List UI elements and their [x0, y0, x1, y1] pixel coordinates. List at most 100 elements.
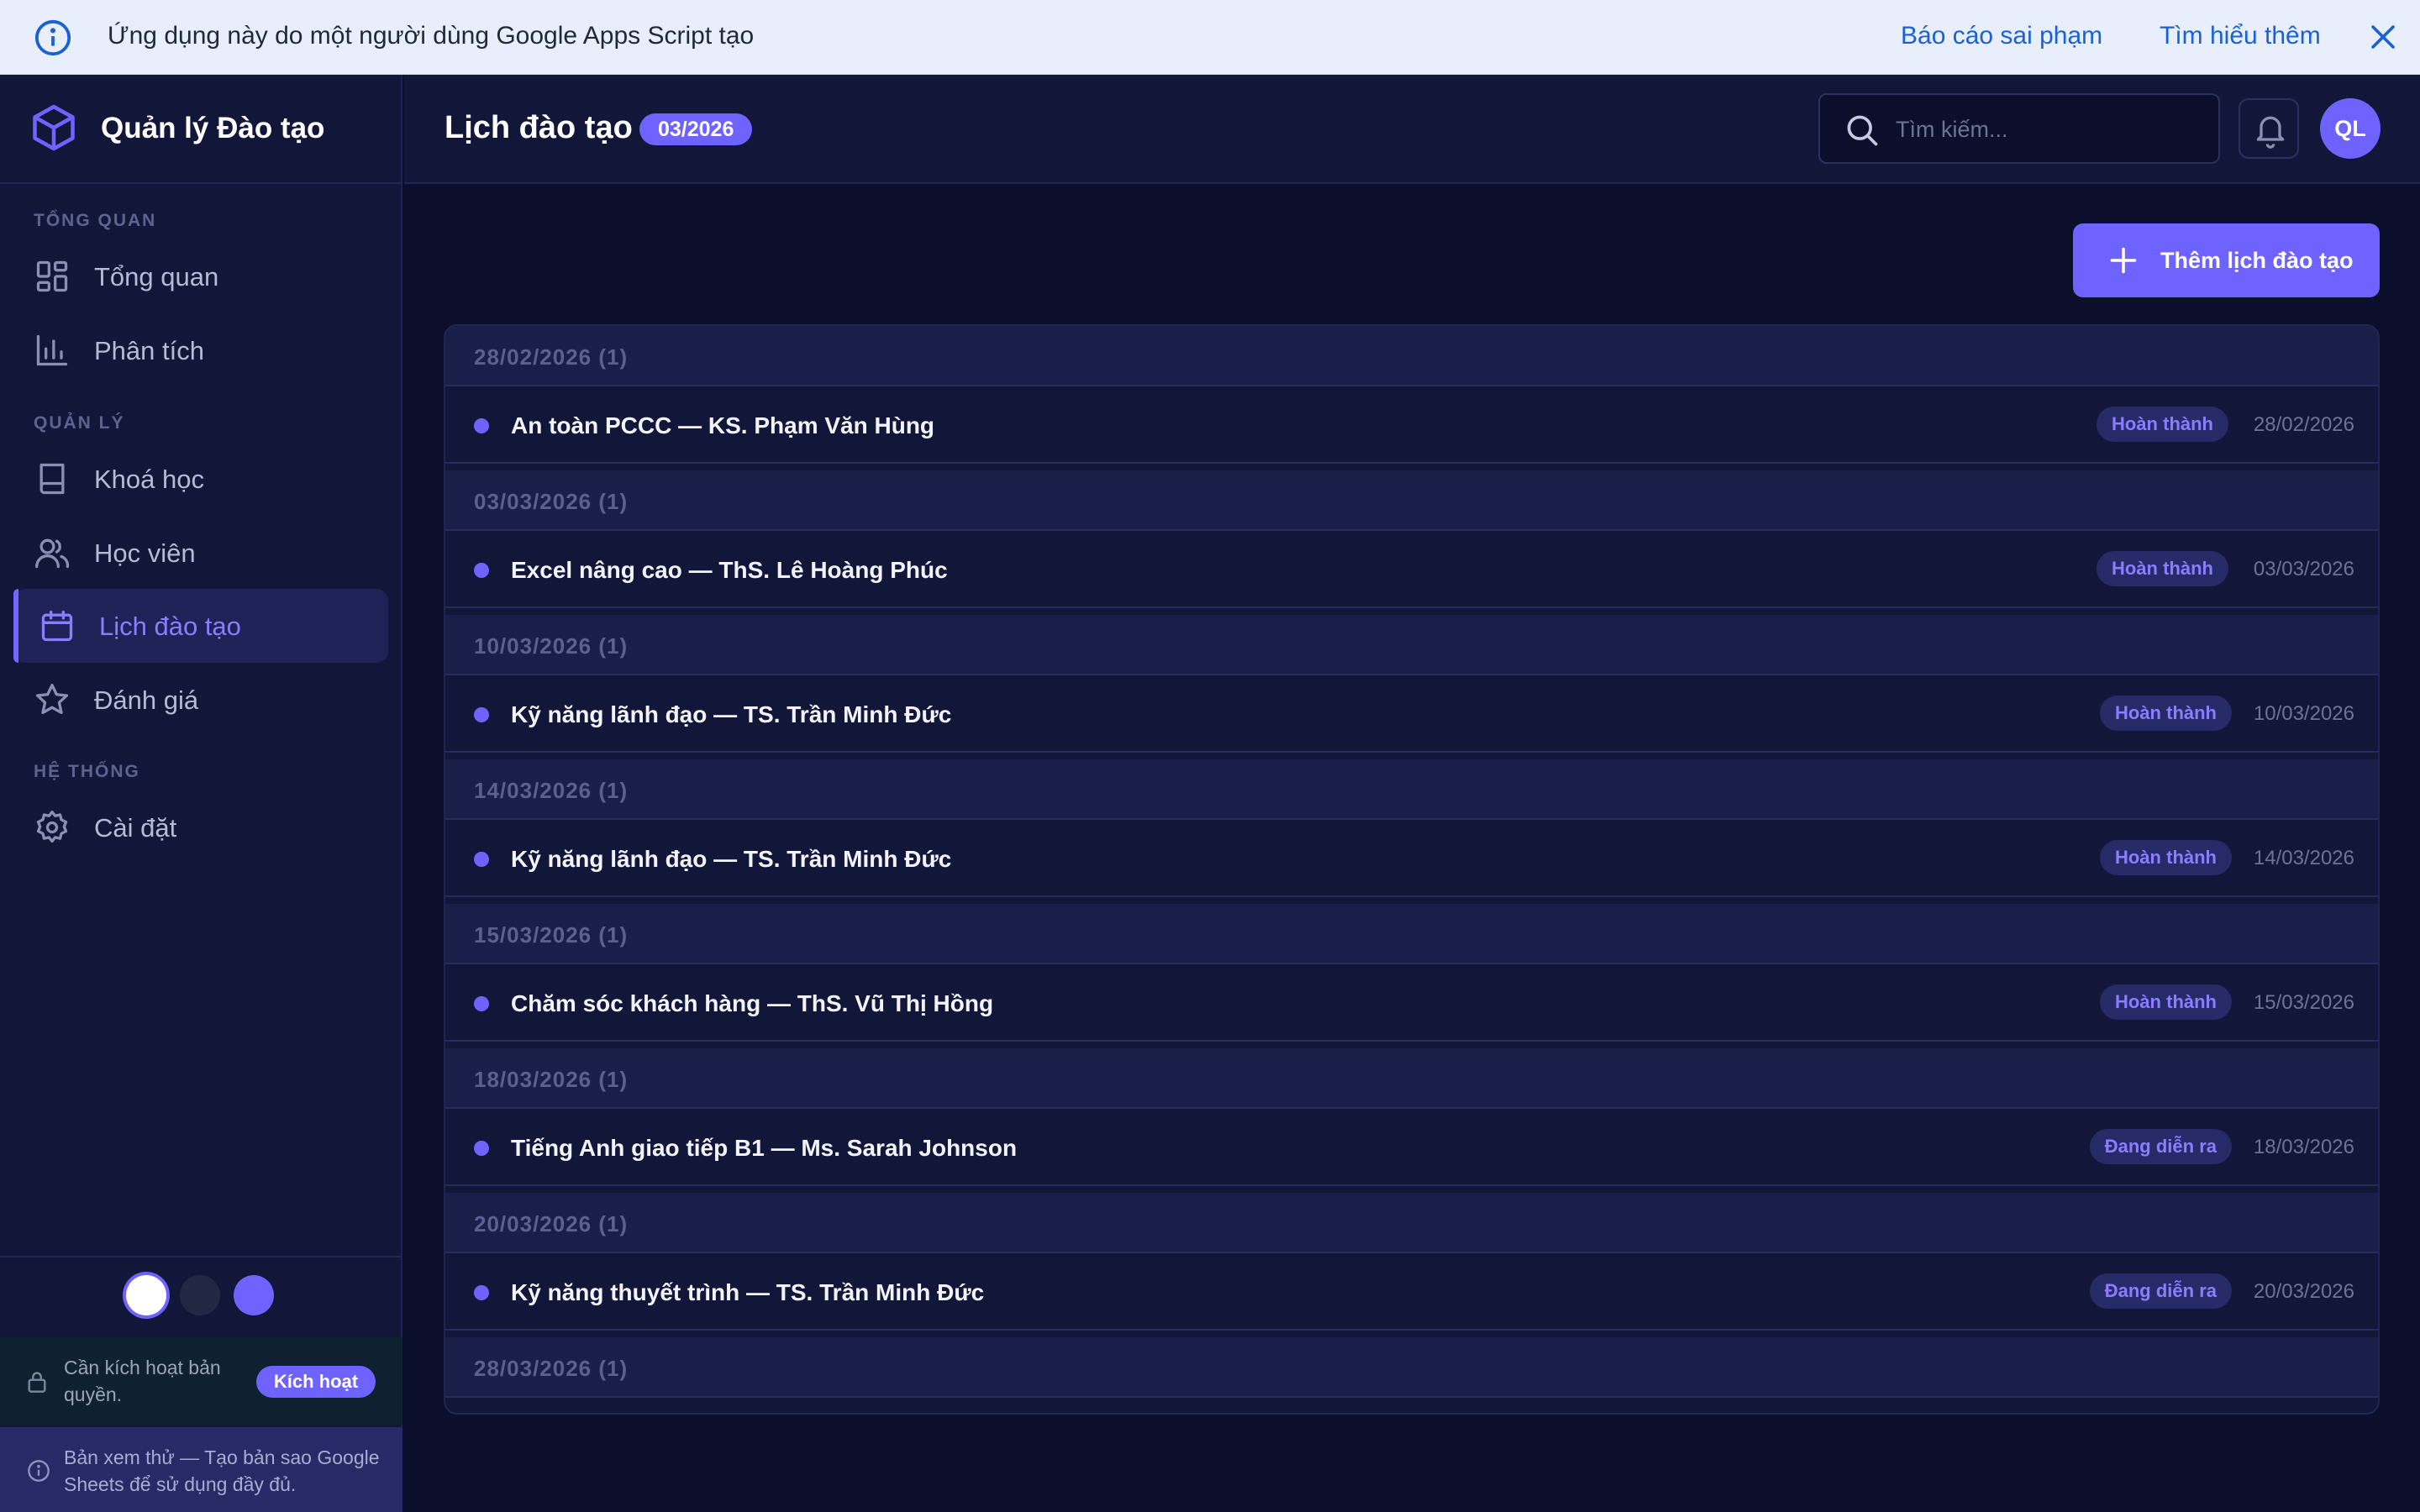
sidebar-item-label: Khoá học — [94, 465, 204, 494]
schedule-row[interactable]: Tiếng Anh giao tiếp B1 — Ms. Sarah Johns… — [445, 1109, 2378, 1186]
close-icon[interactable] — [2368, 22, 2398, 52]
schedule-date: 15/03/2026 — [2253, 991, 2354, 1014]
gear-icon — [36, 811, 68, 843]
schedule-title: Kỹ năng lãnh đạo — TS. Trần Minh Đức — [511, 701, 952, 727]
status-dot — [474, 707, 489, 722]
date-group-header: 20/03/2026 (1) — [445, 1193, 2378, 1253]
sidebar-divider — [0, 1256, 402, 1257]
schedule-row[interactable]: Kỹ năng lãnh đạo — TS. Trần Minh Đức Hoà… — [445, 820, 2378, 897]
lock-icon — [28, 1372, 46, 1393]
schedule-title: Kỹ năng thuyết trình — TS. Trần Minh Đức — [511, 1279, 985, 1305]
sidebar-item-settings[interactable]: Cài đặt — [13, 790, 388, 864]
sidebar-item-overview[interactable]: Tổng quan — [13, 239, 388, 313]
status-badge: Đang diễn ra — [2089, 1273, 2232, 1309]
sidebar-item-reviews[interactable]: Đánh giá — [13, 663, 388, 737]
sidebar: Quản lý Đào tạo TỔNG QUAN Tổng quan Phân… — [0, 75, 402, 1512]
search-box[interactable] — [1818, 93, 2220, 164]
date-group-label: 14/03/2026 (1) — [474, 778, 629, 803]
calendar-icon — [41, 610, 73, 642]
status-badge: Hoàn thành — [2100, 696, 2232, 731]
date-group-header: 15/03/2026 (1) — [445, 904, 2378, 964]
date-group-header: 28/03/2026 (1) — [445, 1337, 2378, 1398]
section-label-system: HỆ THỐNG — [34, 762, 140, 781]
status-dot — [474, 1285, 489, 1300]
schedule-date: 03/03/2026 — [2253, 558, 2354, 580]
sidebar-item-schedule[interactable]: Lịch đào tạo — [13, 589, 388, 663]
schedule-title: Tiếng Anh giao tiếp B1 — Ms. Sarah Johns… — [511, 1135, 1018, 1161]
schedule-title: Kỹ năng lãnh đạo — TS. Trần Minh Đức — [511, 846, 952, 872]
date-group-header: 03/03/2026 (1) — [445, 470, 2378, 531]
theme-light-swatch[interactable] — [126, 1275, 166, 1315]
schedule-title: Chăm sóc khách hàng — ThS. Vũ Thị Hồng — [511, 990, 994, 1016]
sidebar-item-analytics[interactable]: Phân tích — [13, 313, 388, 387]
avatar[interactable]: QL — [2320, 98, 2381, 159]
status-dot — [474, 996, 489, 1011]
sidebar-item-label: Đánh giá — [94, 685, 199, 715]
date-group-label: 18/03/2026 (1) — [474, 1067, 629, 1092]
date-group-label: 28/03/2026 (1) — [474, 1356, 629, 1381]
report-abuse-link[interactable]: Báo cáo sai phạm — [1901, 22, 2102, 50]
date-group-header: 10/03/2026 (1) — [445, 615, 2378, 675]
schedule-date: 10/03/2026 — [2253, 702, 2354, 725]
schedule-date: 28/02/2026 — [2253, 413, 2354, 436]
date-group-label: 28/02/2026 (1) — [474, 344, 629, 370]
status-badge: Đang diễn ra — [2089, 1129, 2232, 1164]
theme-dark-swatch[interactable] — [180, 1275, 220, 1315]
status-dot — [474, 1141, 489, 1156]
schedule-date: 20/03/2026 — [2253, 1280, 2354, 1303]
schedule-row[interactable]: Excel nâng cao — ThS. Lê Hoàng Phúc Hoàn… — [445, 531, 2378, 608]
sidebar-item-students[interactable]: Học viên — [13, 516, 388, 590]
info-icon — [28, 1460, 50, 1482]
bar-chart-icon — [36, 334, 68, 366]
add-schedule-button[interactable]: Thêm lịch đào tạo — [2073, 223, 2380, 297]
section-label-management: QUẢN LÝ — [34, 413, 125, 433]
sidebar-item-label: Phân tích — [94, 336, 204, 365]
brand-name: Quản lý Đào tạo — [101, 112, 325, 144]
status-badge: Hoàn thành — [2096, 551, 2228, 586]
schedule-title: Excel nâng cao — ThS. Lê Hoàng Phúc — [511, 557, 948, 583]
theme-purple-swatch[interactable] — [234, 1275, 274, 1315]
license-notice: Cần kích hoạt bản quyền. Kích hoạt — [0, 1337, 402, 1425]
status-badge: Hoàn thành — [2100, 984, 2232, 1020]
plus-icon — [2110, 247, 2137, 274]
cube-logo-icon — [33, 104, 75, 151]
date-group-header: 28/02/2026 (1) — [445, 326, 2378, 386]
status-badge: Hoàn thành — [2096, 407, 2228, 442]
info-icon — [34, 19, 71, 56]
apps-script-banner: Ứng dụng này do một người dùng Google Ap… — [0, 0, 2420, 75]
activate-button[interactable]: Kích hoạt — [256, 1366, 376, 1398]
notifications-button[interactable] — [2238, 98, 2299, 159]
learn-more-link[interactable]: Tìm hiểu thêm — [2160, 22, 2321, 50]
dashboard-icon — [36, 260, 68, 292]
section-label-overview: TỔNG QUAN — [34, 211, 157, 230]
sidebar-item-label: Lịch đào tạo — [99, 612, 241, 641]
brand: Quản lý Đào tạo — [0, 75, 402, 184]
schedule-row[interactable]: An toàn PCCC — KS. Phạm Văn Hùng Hoàn th… — [445, 386, 2378, 464]
status-dot — [474, 418, 489, 433]
date-group-label: 03/03/2026 (1) — [474, 489, 629, 514]
status-badge: Hoàn thành — [2100, 840, 2232, 875]
schedule-title: An toàn PCCC — KS. Phạm Văn Hùng — [511, 412, 935, 438]
preview-text: Bản xem thử — Tạo bản sao Google Sheets … — [64, 1446, 380, 1495]
sidebar-item-courses[interactable]: Khoá học — [13, 442, 388, 516]
search-input[interactable] — [1896, 108, 2198, 150]
users-icon — [35, 538, 70, 569]
date-group-label: 20/03/2026 (1) — [474, 1211, 629, 1236]
page-header: Lịch đào tạo 03/2026 QL — [404, 75, 2420, 184]
sidebar-item-label: Học viên — [94, 538, 196, 568]
date-group-header: 18/03/2026 (1) — [445, 1048, 2378, 1109]
date-group-header: 14/03/2026 (1) — [445, 759, 2378, 820]
schedule-row[interactable]: Chăm sóc khách hàng — ThS. Vũ Thị Hồng H… — [445, 964, 2378, 1042]
bell-icon — [2256, 116, 2285, 149]
schedule-date: 14/03/2026 — [2253, 847, 2354, 869]
schedule-row[interactable]: Kỹ năng thuyết trình — TS. Trần Minh Đức… — [445, 1253, 2378, 1331]
license-text: Cần kích hoạt bản quyền. — [64, 1357, 221, 1405]
banner-message: Ứng dụng này do một người dùng Google Ap… — [108, 22, 755, 50]
schedule-row[interactable]: Kỹ năng lãnh đạo — TS. Trần Minh Đức Hoà… — [445, 675, 2378, 753]
date-group-label: 10/03/2026 (1) — [474, 633, 629, 659]
page-title: Lịch đào tạo — [445, 110, 633, 145]
status-dot — [474, 852, 489, 867]
schedule-list: 28/02/2026 (1) An toàn PCCC — KS. Phạm V… — [444, 324, 2380, 1415]
star-icon — [35, 683, 69, 715]
schedule-date: 18/03/2026 — [2253, 1136, 2354, 1158]
